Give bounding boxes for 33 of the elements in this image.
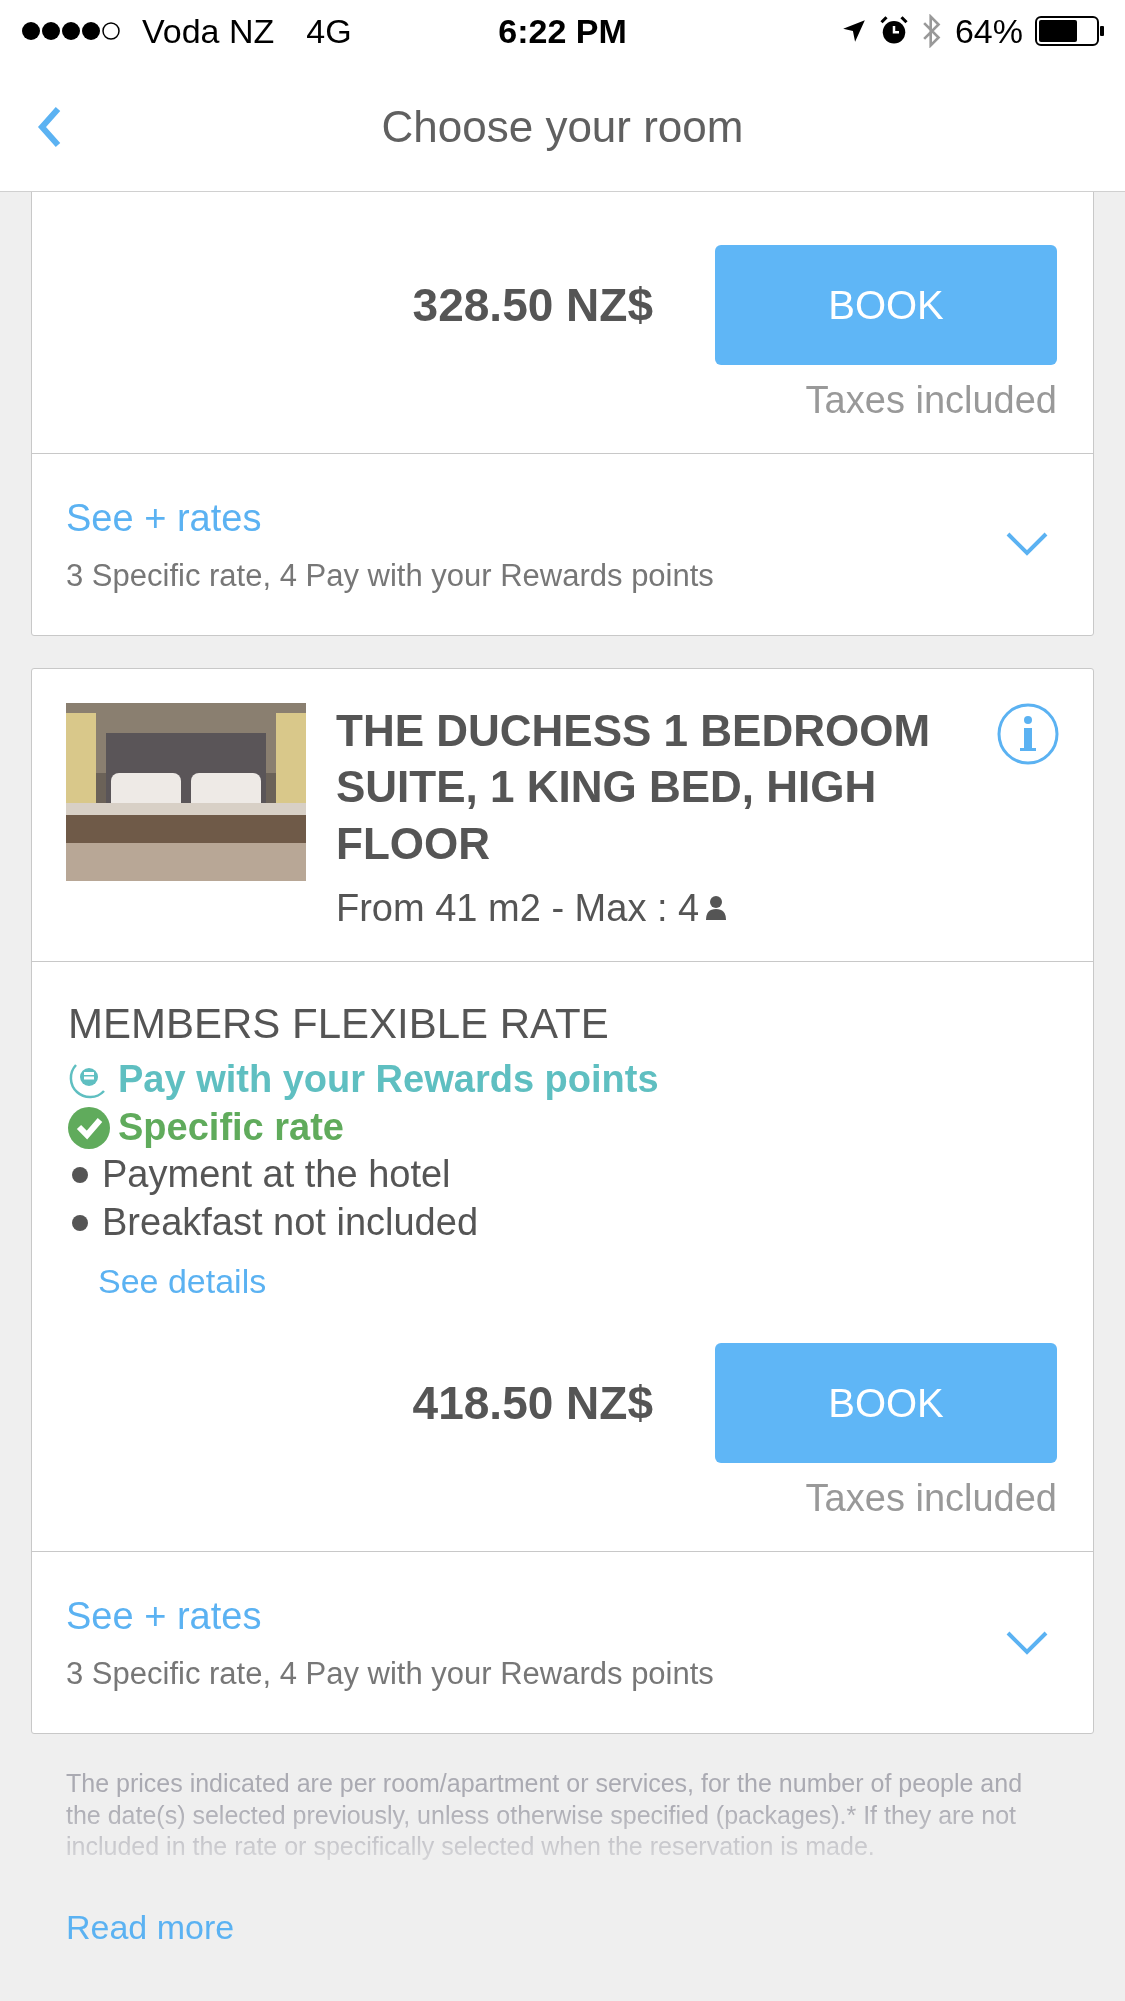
check-icon: [68, 1106, 110, 1149]
rewards-label: Pay with your Rewards points: [118, 1057, 659, 1103]
chevron-down-icon[interactable]: [1005, 531, 1049, 558]
rates-summary: 3 Specific rate, 4 Pay with your Rewards points: [66, 1654, 715, 1693]
rate-name: MEMBERS FLEXIBLE RATE: [68, 998, 610, 1049]
carrier: Voda NZ: [142, 10, 275, 52]
room-size: From 41 m2 - Max : 4: [336, 885, 700, 931]
battery-icon: [1035, 16, 1105, 46]
battery-percent: 64%: [954, 10, 1023, 52]
alarm-icon: [878, 16, 909, 46]
room-title: THE DUCHESS 1 BEDROOM SUITE, 1 KING BED, HIGH FLOOR: [336, 705, 932, 870]
book-button[interactable]: BOOK: [715, 1343, 1057, 1464]
page-title: Choose your room: [381, 100, 744, 153]
bullet-icon: [72, 1214, 88, 1231]
rate-condition: Breakfast not included: [102, 1199, 478, 1245]
chevron-down-icon[interactable]: [1005, 1629, 1049, 1656]
book-button[interactable]: BOOK: [715, 245, 1057, 365]
network-type: 4G: [306, 10, 352, 52]
taxes-note: Taxes included: [805, 378, 1057, 423]
taxes-note: Taxes included: [805, 1476, 1057, 1522]
see-more-rates-link[interactable]: See + rates: [66, 489, 262, 547]
see-more-rates-link[interactable]: See + rates: [66, 1587, 262, 1645]
clock: 6:22 PM: [498, 10, 627, 52]
see-details-link[interactable]: See details: [98, 1256, 267, 1308]
person-icon: [705, 895, 728, 922]
price: 418.50 NZ$: [412, 1375, 653, 1431]
info-icon[interactable]: [997, 703, 1059, 765]
price: 328.50 NZ$: [412, 277, 653, 333]
read-more-link[interactable]: Read more: [66, 1902, 235, 1954]
rates-summary: 3 Specific rate, 4 Pay with your Rewards points: [66, 556, 715, 595]
bullet-icon: [72, 1167, 88, 1184]
rate-condition: Payment at the hotel: [102, 1152, 451, 1198]
specific-rate-label: Specific rate: [118, 1104, 344, 1150]
